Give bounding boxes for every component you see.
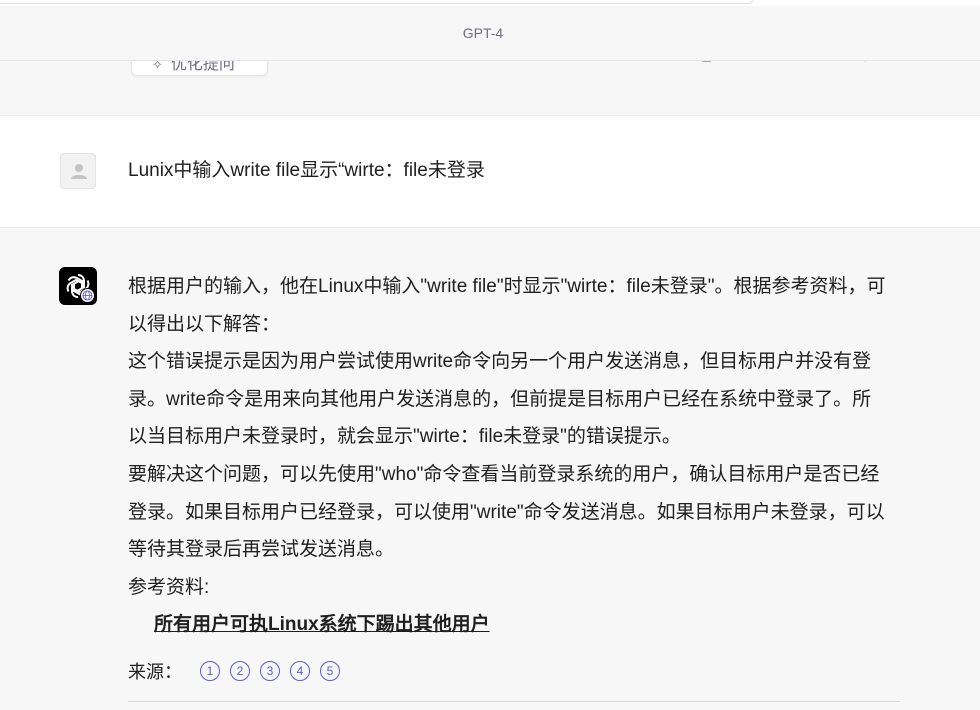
answer-paragraph: 这个错误提示是因为用户尝试使用write命令向另一个用户发送消息，但目标用户并没…	[128, 351, 872, 448]
assistant-message-row: 根据用户的输入，他在Linux中输入"write file"时显示"wirte：…	[0, 228, 980, 710]
source-link-5[interactable]: 5	[320, 661, 340, 681]
top-strip	[0, 0, 980, 6]
assistant-avatar	[59, 267, 97, 305]
globe-icon	[80, 288, 95, 303]
references-heading: 参考资料:	[128, 576, 210, 598]
user-icon	[71, 164, 87, 179]
source-link-4[interactable]: 4	[290, 661, 310, 681]
divider	[128, 701, 900, 702]
sources-label: 来源：	[128, 662, 182, 682]
user-message-text: Lunix中输入write file显示“wirte：file未登录	[128, 160, 485, 181]
source-link-3[interactable]: 3	[260, 661, 280, 681]
user-avatar	[60, 153, 96, 189]
source-link-2[interactable]: 2	[230, 661, 250, 681]
source-link-1[interactable]: 1	[200, 661, 220, 681]
sources-bar: 来源： 1 2 3 4 5	[128, 658, 350, 684]
answer-paragraph: 要解决这个问题，可以先使用"who"命令查看当前登录系统的用户，确认目标用户是否…	[128, 463, 885, 561]
user-message-row: Lunix中输入write file显示“wirte：file未登录	[0, 116, 980, 228]
model-label: GPT-4	[462, 25, 504, 41]
assistant-answer: 根据用户的输入，他在Linux中输入"write file"时显示"wirte：…	[128, 268, 888, 644]
chat-header: GPT-4	[0, 0, 980, 61]
top-bar-edge	[0, 0, 753, 4]
answer-paragraph: 根据用户的输入，他在Linux中输入"write file"时显示"wirte：…	[128, 276, 886, 335]
reference-link[interactable]: 所有用户可执Linux系统下踢出其他用户	[154, 606, 490, 644]
